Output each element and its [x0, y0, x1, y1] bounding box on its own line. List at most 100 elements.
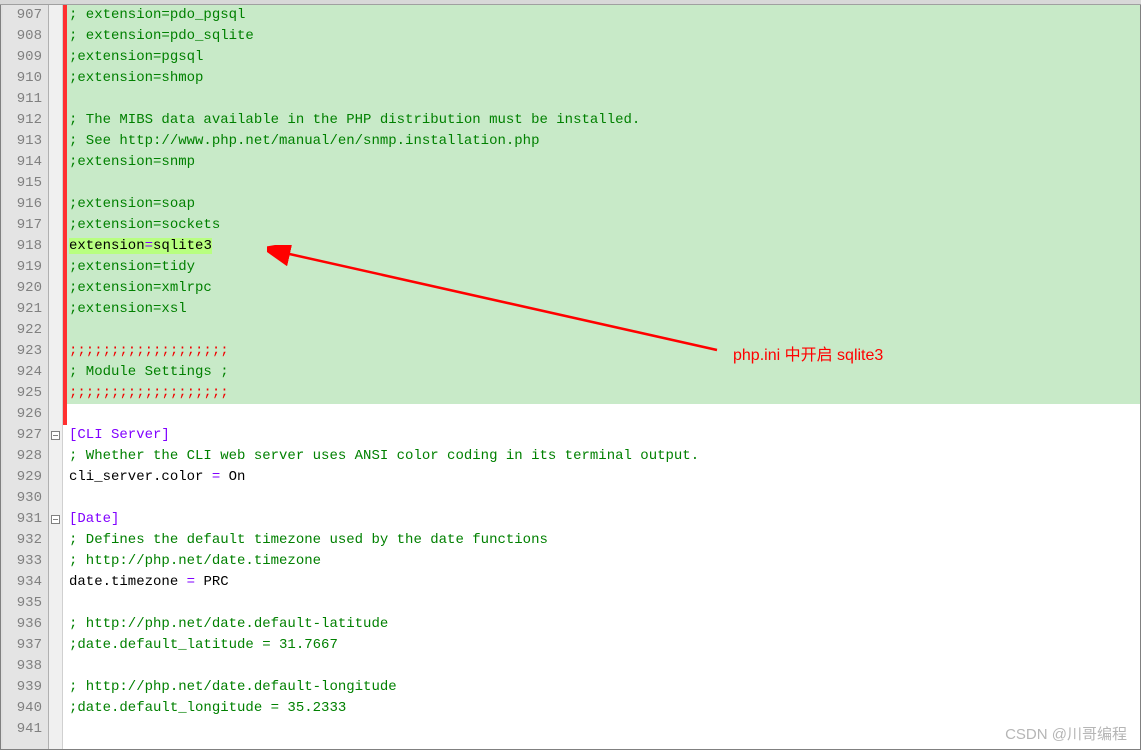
- code-line[interactable]: ; http://php.net/date.default-longitude: [67, 677, 1140, 698]
- code-line[interactable]: ;extension=pgsql: [67, 47, 1140, 68]
- fold-cell: [49, 68, 62, 89]
- code-line[interactable]: ; http://php.net/date.timezone: [67, 551, 1140, 572]
- fold-cell: [49, 89, 62, 110]
- code-line[interactable]: [CLI Server]: [67, 425, 1140, 446]
- code-line[interactable]: ; Module Settings ;: [67, 362, 1140, 383]
- code-token: ;extension=tidy: [69, 259, 195, 275]
- line-number: 923: [3, 341, 48, 362]
- fold-cell: [49, 614, 62, 635]
- code-line[interactable]: date.timezone = PRC: [67, 572, 1140, 593]
- code-line[interactable]: ;extension=xmlrpc: [67, 278, 1140, 299]
- line-number: 931: [3, 509, 48, 530]
- line-number: 935: [3, 593, 48, 614]
- line-number: 912: [3, 110, 48, 131]
- fold-cell: [49, 110, 62, 131]
- code-line[interactable]: ;;;;;;;;;;;;;;;;;;;: [67, 341, 1140, 362]
- code-line[interactable]: extension=sqlite3: [67, 236, 1140, 257]
- code-line[interactable]: [67, 719, 1140, 740]
- fold-toggle-icon[interactable]: [51, 515, 60, 524]
- fold-cell: [49, 173, 62, 194]
- code-token: ;extension=sockets: [69, 217, 220, 233]
- line-number: 933: [3, 551, 48, 572]
- code-line[interactable]: [67, 488, 1140, 509]
- line-number: 918: [3, 236, 48, 257]
- code-line[interactable]: ; extension=pdo_pgsql: [67, 5, 1140, 26]
- line-number: 941: [3, 719, 48, 740]
- code-token: ; See http://www.php.net/manual/en/snmp.…: [69, 133, 539, 149]
- fold-cell: [49, 320, 62, 341]
- code-line[interactable]: ;extension=xsl: [67, 299, 1140, 320]
- line-number: 910: [3, 68, 48, 89]
- fold-cell: [49, 572, 62, 593]
- fold-cell: [49, 383, 62, 404]
- line-number: 913: [3, 131, 48, 152]
- code-token: ;;;;;;;;;;;;;;;;;;;: [69, 385, 229, 401]
- code-line[interactable]: ; Whether the CLI web server uses ANSI c…: [67, 446, 1140, 467]
- code-line[interactable]: [67, 320, 1140, 341]
- code-token: [CLI Server]: [69, 427, 170, 443]
- code-line[interactable]: [67, 173, 1140, 194]
- editor-area[interactable]: 9079089099109119129139149159169179189199…: [0, 5, 1141, 750]
- code-token: ; http://php.net/date.default-latitude: [69, 616, 388, 632]
- fold-cell: [49, 698, 62, 719]
- code-line[interactable]: ;extension=tidy: [67, 257, 1140, 278]
- code-line[interactable]: ; See http://www.php.net/manual/en/snmp.…: [67, 131, 1140, 152]
- code-token: =: [145, 238, 153, 254]
- line-number: 938: [3, 656, 48, 677]
- code-token: ;;;;;;;;;;;;;;;;;;;: [69, 343, 229, 359]
- fold-cell: [49, 152, 62, 173]
- code-line[interactable]: ;extension=soap: [67, 194, 1140, 215]
- code-line[interactable]: ; The MIBS data available in the PHP dis…: [67, 110, 1140, 131]
- fold-toggle-icon[interactable]: [51, 431, 60, 440]
- code-area[interactable]: php.ini 中开启 sqlite3 ; extension=pdo_pgsq…: [67, 5, 1140, 749]
- line-number: 926: [3, 404, 48, 425]
- code-token: ; extension=pdo_pgsql: [69, 7, 245, 23]
- code-token: sqlite3: [153, 238, 212, 254]
- code-line[interactable]: ; Defines the default timezone used by t…: [67, 530, 1140, 551]
- line-number: 937: [3, 635, 48, 656]
- fold-cell: [49, 509, 62, 530]
- line-number: 919: [3, 257, 48, 278]
- fold-cell: [49, 467, 62, 488]
- code-token: extension: [69, 238, 145, 254]
- fold-cell: [49, 278, 62, 299]
- code-token: ;extension=pgsql: [69, 49, 203, 65]
- line-number: 940: [3, 698, 48, 719]
- fold-cell: [49, 5, 62, 26]
- fold-cell: [49, 215, 62, 236]
- code-line[interactable]: ;extension=shmop: [67, 68, 1140, 89]
- code-token: ; Whether the CLI web server uses ANSI c…: [69, 448, 699, 464]
- code-line[interactable]: ;extension=snmp: [67, 152, 1140, 173]
- fold-cell: [49, 488, 62, 509]
- code-token: ; Defines the default timezone used by t…: [69, 532, 548, 548]
- code-line[interactable]: ;date.default_latitude = 31.7667: [67, 635, 1140, 656]
- fold-cell: [49, 236, 62, 257]
- code-line[interactable]: ;;;;;;;;;;;;;;;;;;;: [67, 383, 1140, 404]
- code-line[interactable]: [67, 656, 1140, 677]
- code-line[interactable]: [Date]: [67, 509, 1140, 530]
- code-line[interactable]: ; http://php.net/date.default-latitude: [67, 614, 1140, 635]
- line-number: 932: [3, 530, 48, 551]
- code-token: date.timezone: [69, 574, 178, 590]
- line-number: 908: [3, 26, 48, 47]
- fold-cell: [49, 362, 62, 383]
- code-token: PRC: [203, 574, 228, 590]
- code-token: ;extension=snmp: [69, 154, 195, 170]
- code-line[interactable]: [67, 593, 1140, 614]
- code-line[interactable]: ;date.default_longitude = 35.2333: [67, 698, 1140, 719]
- line-number: 928: [3, 446, 48, 467]
- line-number: 909: [3, 47, 48, 68]
- line-number: 915: [3, 173, 48, 194]
- code-token: On: [229, 469, 246, 485]
- code-line[interactable]: [67, 404, 1140, 425]
- fold-cell: [49, 26, 62, 47]
- line-number: 920: [3, 278, 48, 299]
- fold-column: [49, 5, 63, 749]
- line-number: 916: [3, 194, 48, 215]
- code-line[interactable]: ;extension=sockets: [67, 215, 1140, 236]
- code-token: ;extension=soap: [69, 196, 195, 212]
- code-line[interactable]: [67, 89, 1140, 110]
- code-line[interactable]: ; extension=pdo_sqlite: [67, 26, 1140, 47]
- code-token: ;extension=shmop: [69, 70, 203, 86]
- code-line[interactable]: cli_server.color = On: [67, 467, 1140, 488]
